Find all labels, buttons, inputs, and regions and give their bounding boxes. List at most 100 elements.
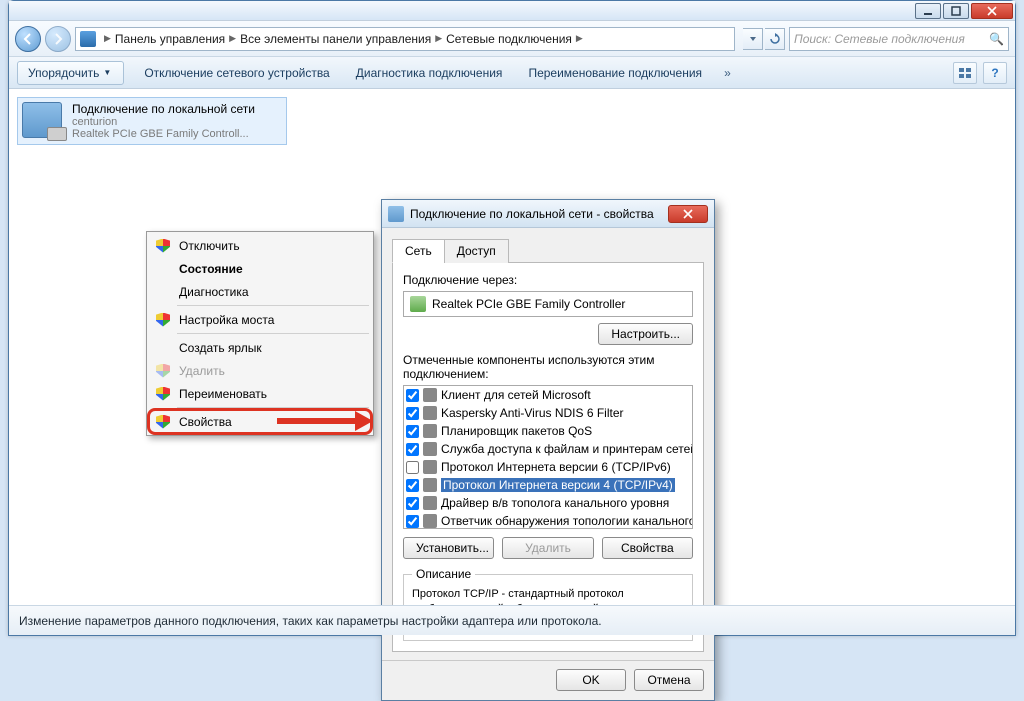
ctx-diagnose[interactable]: Диагностика (149, 280, 371, 303)
close-button[interactable] (971, 3, 1013, 19)
adapter-display: Realtek PCIe GBE Family Controller (403, 291, 693, 317)
organize-label: Упорядочить (28, 66, 99, 80)
ctx-rename[interactable]: Переименовать (149, 382, 371, 405)
address-breadcrumb[interactable]: ▶ Панель управления ▶ Все элементы панел… (75, 27, 735, 51)
network-adapter-icon (22, 102, 62, 138)
tab-page-network: Подключение через: Realtek PCIe GBE Fami… (392, 263, 704, 652)
components-label: Отмеченные компоненты используются этим … (403, 353, 693, 381)
minimize-button[interactable] (915, 3, 941, 19)
content-area: Подключение по локальной сети centurion … (9, 89, 1015, 605)
shield-icon (156, 313, 170, 327)
help-button[interactable]: ? (983, 62, 1007, 84)
adapter-icon (410, 296, 426, 312)
breadcrumb-segment[interactable]: Панель управления (115, 32, 225, 46)
component-label: Драйвер в/в тополога канального уровня (441, 496, 669, 510)
component-item[interactable]: Ответчик обнаружения топологии канальног… (404, 512, 692, 529)
dialog-tabs: Сеть Доступ (392, 238, 704, 263)
configure-button[interactable]: Настроить... (598, 323, 693, 345)
component-label: Ответчик обнаружения топологии канальног… (441, 514, 693, 528)
separator (177, 333, 369, 334)
dialog-icon (388, 206, 404, 222)
component-item[interactable]: Протокол Интернета версии 6 (TCP/IPv6) (404, 458, 692, 476)
breadcrumb-segment[interactable]: Все элементы панели управления (240, 32, 431, 46)
component-checkbox[interactable] (406, 443, 419, 456)
component-label: Протокол Интернета версии 6 (TCP/IPv6) (441, 460, 671, 474)
connect-via-label: Подключение через: (403, 273, 693, 287)
dialog-titlebar[interactable]: Подключение по локальной сети - свойства (382, 200, 714, 228)
dialog-footer: OK Отмена (382, 660, 714, 700)
description-legend: Описание (412, 567, 475, 581)
cancel-button[interactable]: Отмена (634, 669, 704, 691)
component-icon (423, 478, 437, 492)
ctx-shortcut[interactable]: Создать ярлык (149, 336, 371, 359)
separator (177, 407, 369, 408)
component-checkbox[interactable] (406, 407, 419, 420)
window-titlebar (9, 1, 1015, 21)
chevron-right-icon: ▶ (435, 33, 442, 44)
shield-icon (156, 415, 170, 429)
cmd-diagnose[interactable]: Диагностика подключения (350, 62, 509, 84)
component-item[interactable]: Клиент для сетей Microsoft (404, 386, 692, 404)
shield-icon (156, 239, 170, 253)
cmd-disable-device[interactable]: Отключение сетевого устройства (138, 62, 335, 84)
navigation-bar: ▶ Панель управления ▶ Все элементы панел… (9, 21, 1015, 57)
refresh-button[interactable] (765, 28, 785, 50)
overflow-button[interactable]: » (724, 66, 731, 80)
explorer-window: ▶ Панель управления ▶ Все элементы панел… (8, 0, 1016, 636)
statusbar-text: Изменение параметров данного подключения… (19, 614, 602, 628)
tab-access[interactable]: Доступ (444, 239, 509, 263)
component-icon (423, 442, 437, 456)
ctx-status[interactable]: Состояние (149, 257, 371, 280)
uninstall-button: Удалить (502, 537, 593, 559)
forward-button[interactable] (45, 26, 71, 52)
ctx-bridge[interactable]: Настройка моста (149, 308, 371, 331)
ok-button[interactable]: OK (556, 669, 626, 691)
install-button[interactable]: Установить... (403, 537, 494, 559)
component-label: Протокол Интернета версии 4 (TCP/IPv4) (441, 478, 675, 492)
view-button[interactable] (953, 62, 977, 84)
history-dropdown-button[interactable] (743, 28, 763, 50)
component-properties-button[interactable]: Свойства (602, 537, 693, 559)
component-item[interactable]: Служба доступа к файлам и принтерам сете… (404, 440, 692, 458)
connection-text: Подключение по локальной сети centurion … (72, 102, 255, 140)
component-item[interactable]: Планировщик пакетов QoS (404, 422, 692, 440)
chevron-right-icon: ▶ (104, 33, 111, 44)
adapter-name: Realtek PCIe GBE Family Controller (432, 297, 625, 311)
component-label: Kaspersky Anti-Virus NDIS 6 Filter (441, 406, 624, 420)
breadcrumb-segment[interactable]: Сетевые подключения (446, 32, 572, 46)
component-item[interactable]: Драйвер в/в тополога канального уровня (404, 494, 692, 512)
connection-adapter: Realtek PCIe GBE Family Controll... (72, 128, 255, 140)
separator (177, 305, 369, 306)
chevron-right-icon: ▶ (229, 33, 236, 44)
component-checkbox[interactable] (406, 389, 419, 402)
chevron-right-icon: ▶ (576, 33, 583, 44)
component-icon (423, 460, 437, 474)
statusbar: Изменение параметров данного подключения… (9, 605, 1015, 635)
dialog-close-button[interactable] (668, 205, 708, 223)
back-button[interactable] (15, 26, 41, 52)
context-menu: Отключить Состояние Диагностика Настройк… (146, 231, 374, 436)
component-checkbox[interactable] (406, 461, 419, 474)
organize-menu-button[interactable]: Упорядочить ▼ (17, 61, 124, 85)
component-checkbox[interactable] (406, 515, 419, 528)
connection-item[interactable]: Подключение по локальной сети centurion … (17, 97, 287, 145)
annotation-arrow (277, 411, 373, 431)
component-icon (423, 514, 437, 528)
component-item[interactable]: Kaspersky Anti-Virus NDIS 6 Filter (404, 404, 692, 422)
component-icon (423, 406, 437, 420)
component-icon (423, 424, 437, 438)
component-label: Клиент для сетей Microsoft (441, 388, 591, 402)
component-checkbox[interactable] (406, 479, 419, 492)
maximize-button[interactable] (943, 3, 969, 19)
command-bar: Упорядочить ▼ Отключение сетевого устрой… (9, 57, 1015, 89)
component-label: Служба доступа к файлам и принтерам сете… (441, 442, 693, 456)
component-item[interactable]: Протокол Интернета версии 4 (TCP/IPv4) (404, 476, 692, 494)
search-icon: 🔍 (989, 32, 1004, 46)
cmd-rename[interactable]: Переименование подключения (522, 62, 708, 84)
component-checkbox[interactable] (406, 497, 419, 510)
component-checkbox[interactable] (406, 425, 419, 438)
ctx-disable[interactable]: Отключить (149, 234, 371, 257)
tab-network[interactable]: Сеть (392, 239, 445, 263)
search-input[interactable]: Поиск: Сетевые подключения 🔍 (789, 27, 1009, 51)
components-list[interactable]: Клиент для сетей Microsoft Kaspersky Anti… (403, 385, 693, 529)
